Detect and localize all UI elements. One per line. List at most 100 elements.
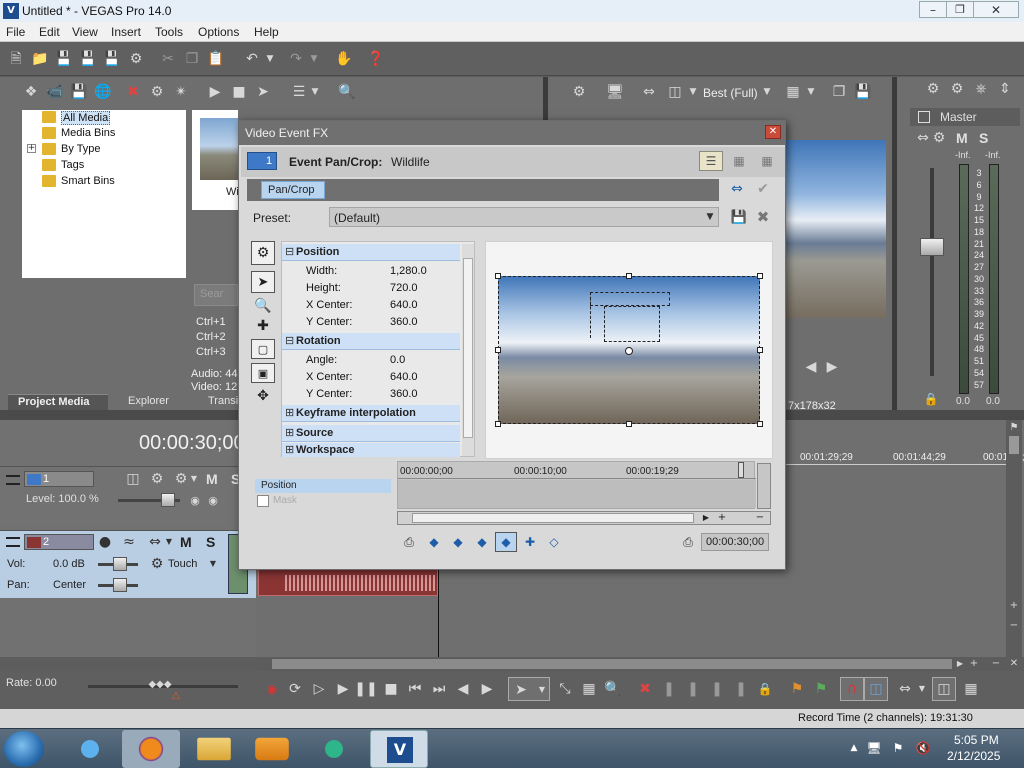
timeline-vertical-scrollbar[interactable]: ⚑ − + (1006, 420, 1022, 657)
invert-phase-icon[interactable]: ≈ (120, 535, 138, 549)
ripple-dropdown-icon[interactable]: ▼ (918, 681, 926, 697)
import-media-icon[interactable]: ❖ (22, 83, 40, 101)
stop-icon[interactable]: ■ (383, 681, 399, 697)
next-keyframe-icon[interactable]: ◆ (473, 533, 491, 551)
external-monitor-icon[interactable]: 🖥 (606, 83, 624, 101)
tab-transitions[interactable]: Transi (208, 395, 238, 407)
redo-dropdown-icon[interactable]: ▼ (308, 50, 320, 68)
menu-view[interactable]: View (72, 25, 98, 39)
menu-options[interactable]: Options (198, 25, 239, 39)
layout-split-icon[interactable]: ▦ (727, 151, 751, 171)
settings-gear-icon[interactable]: ⚙ (251, 241, 275, 265)
go-to-end-icon[interactable]: ⏭ (431, 681, 447, 697)
copy-snapshot-icon[interactable]: ❐ (830, 83, 848, 101)
resize-handle[interactable] (757, 421, 763, 427)
plugin-chip-pan-crop[interactable]: Pan/Crop (261, 181, 325, 199)
save-icon[interactable]: 💾 (54, 50, 74, 68)
track-fx-dropdown-icon[interactable]: ▼ (165, 535, 173, 549)
paste-icon[interactable]: 📋 (206, 50, 226, 68)
split-screen-icon[interactable]: ⇔ (640, 83, 658, 101)
envelope-edit-icon[interactable]: ▦ (580, 681, 598, 697)
automation-mode[interactable]: Touch (168, 558, 197, 570)
sync-cursor-icon[interactable]: ⎙ (401, 533, 417, 551)
fx-timeline-scrollbar[interactable]: ▶ + − (397, 511, 771, 525)
edit-tool-icon[interactable]: ✋ (334, 50, 354, 68)
expand-icon[interactable]: + (27, 144, 36, 153)
quality-dropdown-icon[interactable]: ▼ (762, 83, 772, 101)
menu-insert[interactable]: Insert (111, 25, 141, 39)
tab-explorer[interactable]: Explorer (128, 395, 169, 407)
fx-dialog-titlebar[interactable]: Video Event FX ✕ (239, 121, 785, 145)
preview-properties-icon[interactable]: ⚙ (570, 83, 588, 101)
copy-icon[interactable]: ❐ (182, 50, 202, 68)
split-icon[interactable]: ❚ (732, 681, 750, 697)
help-icon[interactable]: ❓ (366, 50, 386, 68)
trim-icon[interactable]: ❚ (660, 681, 678, 697)
previous-frame-icon[interactable]: ◀ (455, 681, 471, 697)
resize-handle[interactable] (757, 273, 763, 279)
trim-start-icon[interactable]: ❚ (684, 681, 702, 697)
remove-plugin-icon[interactable]: ✔ (753, 179, 773, 199)
fx-zoom-out-icon[interactable]: − (754, 512, 766, 524)
new-project-icon[interactable]: 🗎 (6, 50, 26, 68)
stop-media-icon[interactable]: ■ (230, 83, 248, 101)
taskbar-media-player-icon[interactable] (255, 737, 289, 761)
master-fader-handle[interactable] (920, 238, 944, 256)
record-icon[interactable]: ◉ (264, 681, 280, 697)
region-icon[interactable]: ⚑ (812, 681, 830, 697)
media-fx-icon[interactable]: ⚙ (148, 83, 166, 101)
previous-frame-icon[interactable]: ◀ (803, 359, 819, 375)
section-keyframe-interpolation[interactable]: ⊞ Keyframe interpolation (282, 405, 460, 422)
resize-handle[interactable] (626, 273, 632, 279)
views-dropdown-icon[interactable]: ▼ (310, 83, 320, 101)
master-fx-icon[interactable]: ⚙ (948, 80, 966, 98)
redo-icon[interactable]: ↷ (286, 50, 306, 68)
media-search-input[interactable]: Sear (194, 284, 238, 306)
properties-gear-icon[interactable]: ⚙ (126, 50, 146, 68)
prop-value[interactable]: 640.0 (390, 299, 418, 311)
save-as-icon[interactable]: 💾 (78, 50, 98, 68)
volume-muted-icon[interactable]: 🔇 (914, 739, 932, 757)
media-thumbnail[interactable] (200, 118, 238, 180)
taskbar-firefox-icon[interactable] (122, 730, 180, 768)
resize-handle[interactable] (495, 347, 501, 353)
action-center-icon[interactable]: ⚑ (890, 739, 906, 757)
compositing-icon[interactable]: ◉ (188, 493, 202, 507)
rate-slider-handle[interactable]: ◆◆◆ (148, 677, 172, 693)
pan-crop-canvas[interactable] (485, 241, 773, 459)
start-button[interactable] (4, 731, 44, 767)
automation-dropdown-icon[interactable]: ▼ (209, 558, 217, 570)
master-properties-icon[interactable]: ⚙ (924, 80, 942, 98)
track-gear-dropdown-icon[interactable]: ▼ (190, 471, 198, 487)
tree-item-all-media[interactable]: All Media (42, 110, 188, 126)
selection-edit-icon[interactable]: ⤡ (556, 681, 574, 697)
trim-end-icon[interactable]: ❚ (708, 681, 726, 697)
master-fx-chain-icon[interactable]: ⇔ (916, 130, 930, 146)
audio-track-solo[interactable]: S (206, 534, 215, 550)
properties-scrollbar[interactable] (462, 244, 474, 456)
remove-icon[interactable]: ✖ (124, 83, 142, 101)
menu-tools[interactable]: Tools (155, 25, 183, 39)
move-tool-icon[interactable]: ✚ (251, 317, 275, 335)
preview-quality[interactable]: Best (Full) (703, 86, 758, 100)
close-button[interactable]: ✕ (973, 1, 1019, 18)
views-icon[interactable]: ☰ (290, 83, 308, 101)
event-pan-crop-toggle[interactable]: ◫ (932, 677, 956, 701)
overlay-dropdown-icon[interactable]: ▼ (688, 83, 698, 101)
audio-event[interactable] (258, 568, 438, 596)
cut-icon[interactable]: ✂ (158, 50, 178, 68)
zoom-tool-icon[interactable]: 🔍 (251, 297, 275, 315)
scroll-marker-icon[interactable]: ⚑ (1008, 422, 1020, 434)
track-label-position[interactable]: Position (255, 479, 391, 493)
fx-close-button[interactable]: ✕ (765, 125, 781, 139)
auto-preview-icon[interactable]: ➤ (254, 83, 272, 101)
section-position[interactable]: ⊟ Position (282, 244, 460, 261)
delete-keyframe-icon[interactable]: ◇ (545, 533, 563, 551)
track-collapse-icon[interactable] (6, 475, 20, 485)
master-mute-button[interactable]: M (956, 130, 968, 146)
section-source[interactable]: ⊞ Source (282, 425, 460, 442)
vol-slider-handle[interactable] (113, 557, 127, 571)
play-media-icon[interactable]: ▶ (206, 83, 224, 101)
pause-icon[interactable]: ❚❚ (354, 681, 377, 697)
minimize-button[interactable]: – (919, 1, 947, 18)
